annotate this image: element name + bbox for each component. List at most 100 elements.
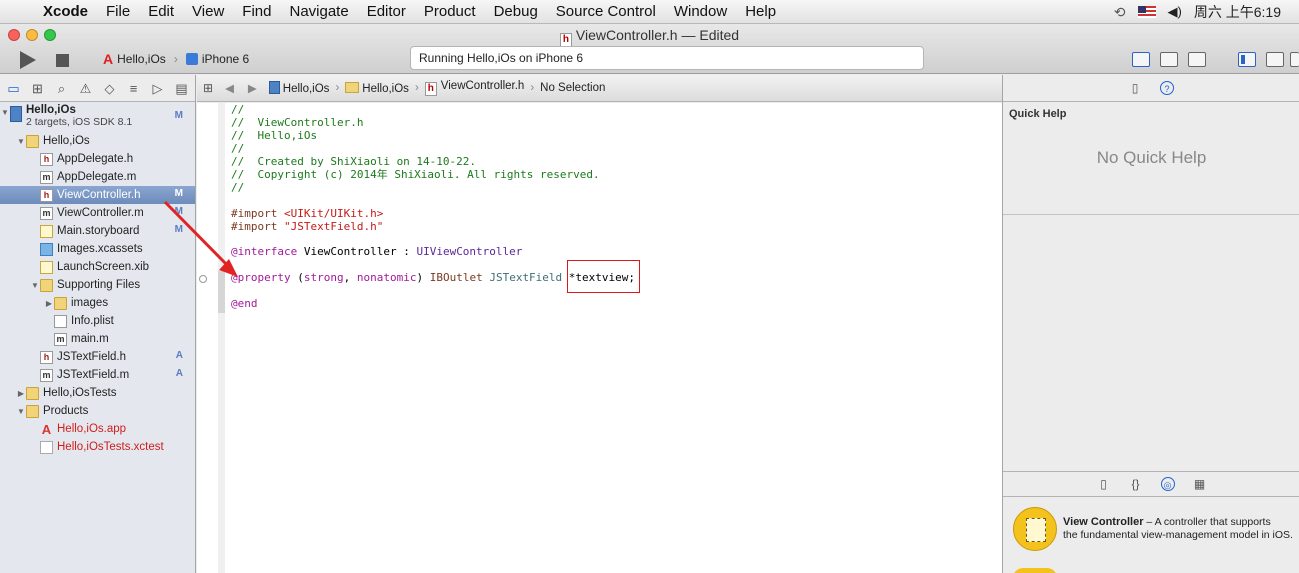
stop-button[interactable]: [56, 54, 69, 67]
search-icon[interactable]: ⌕: [54, 81, 69, 96]
volume-icon[interactable]: ◀): [1168, 4, 1182, 20]
menu-edit[interactable]: Edit: [139, 0, 183, 24]
source-file-icon: [40, 368, 53, 382]
menu-source-control[interactable]: Source Control: [547, 0, 665, 24]
tree-item[interactable]: main.m: [0, 330, 195, 348]
annotation-highlight-box: [567, 260, 640, 293]
file-inspector-icon[interactable]: ▯: [1128, 81, 1142, 95]
tree-item-label: Products: [43, 405, 89, 417]
menu-app[interactable]: Xcode: [34, 0, 97, 24]
quick-help-icon[interactable]: ?: [1160, 81, 1174, 95]
toggle-utilities-button[interactable]: [1290, 52, 1299, 67]
source-file-icon: [54, 332, 67, 346]
jump-bar-group[interactable]: Hello,iOs: [345, 81, 409, 95]
disclosure-triangle-icon[interactable]: ▼: [30, 281, 40, 290]
media-library-icon[interactable]: ▦: [1193, 477, 1207, 491]
tree-item[interactable]: ▼ Products: [0, 402, 195, 420]
gutter-strip: [218, 103, 225, 573]
source-editor[interactable]: //// ViewController.h// Hello,iOs//// Cr…: [197, 103, 1002, 573]
disclosure-triangle-icon[interactable]: ▼: [0, 108, 10, 117]
tree-item[interactable]: ▼ Supporting Files: [0, 276, 195, 294]
folder-icon: [26, 386, 39, 400]
tree-item[interactable]: Hello,iOsTests.xctest: [0, 438, 195, 456]
menu-debug[interactable]: Debug: [485, 0, 547, 24]
disclosure-triangle-icon[interactable]: ▼: [16, 137, 26, 146]
menu-editor[interactable]: Editor: [358, 0, 415, 24]
tree-item[interactable]: JSTextField.h A: [0, 348, 195, 366]
tree-item[interactable]: ▼ Hello,iOs: [0, 132, 195, 150]
run-button[interactable]: [20, 51, 36, 69]
project-info: Hello,iOs 2 targets, iOS SDK 8.1: [26, 104, 132, 128]
time-machine-icon[interactable]: ⟲: [1114, 4, 1126, 21]
standard-editor-button[interactable]: [1132, 52, 1150, 67]
navigator-tabs: ▭ ⊞ ⌕ ⚠ ◇ ≡ ▷ ▤: [0, 75, 195, 102]
version-editor-button[interactable]: [1188, 52, 1206, 67]
forward-arrow-icon[interactable]: ▶: [248, 81, 257, 95]
folder-icon[interactable]: ▭: [6, 81, 21, 96]
back-arrow-icon[interactable]: ◀: [225, 81, 234, 95]
menu-navigate[interactable]: Navigate: [280, 0, 357, 24]
menu-window[interactable]: Window: [665, 0, 736, 24]
symbol-navigator-icon[interactable]: ⊞: [30, 81, 45, 96]
scm-badge: M: [174, 224, 183, 235]
interface-file-icon: [40, 224, 53, 238]
jump-bar-project[interactable]: Hello,iOs: [268, 81, 329, 95]
related-items-icon[interactable]: ⊞: [203, 81, 213, 95]
gutter[interactable]: [197, 103, 225, 573]
jump-bar-selection[interactable]: No Selection: [540, 82, 605, 94]
disclosure-triangle-icon[interactable]: ▶: [44, 299, 54, 308]
comment-line: //: [231, 142, 245, 155]
tree-item[interactable]: JSTextField.m A: [0, 366, 195, 384]
input-source-flag-icon[interactable]: [1137, 6, 1156, 18]
object-library-icon[interactable]: ◎: [1160, 477, 1175, 491]
interface-file-icon: [40, 260, 53, 274]
scheme-selector[interactable]: A Hello,iOs › iPhone 6: [103, 51, 249, 67]
toggle-debug-area-button[interactable]: [1266, 52, 1284, 67]
clock[interactable]: 周六 上午6:19: [1194, 2, 1281, 22]
tree-item[interactable]: A Hello,iOs.app: [0, 420, 195, 438]
status-area: ⟲ ◀) 周六 上午6:19: [1114, 0, 1299, 24]
folder-icon: [26, 404, 39, 418]
disclosure-triangle-icon[interactable]: ▼: [16, 407, 26, 416]
changed-line-marker: [218, 271, 225, 313]
library-item-view-controller[interactable]: View Controller – A controller that supp…: [1003, 503, 1299, 555]
scm-badge: M: [174, 188, 183, 199]
tree-item[interactable]: ▶ images: [0, 294, 195, 312]
file-template-library-icon[interactable]: ▯: [1097, 477, 1111, 491]
file-tree: ▼ Hello,iOs 2 targets, iOS SDK 8.1 M ▼ He…: [0, 102, 195, 456]
menu-product[interactable]: Product: [415, 0, 485, 24]
log-navigator-icon[interactable]: ▤: [174, 81, 189, 96]
tree-item[interactable]: Images.xcassets: [0, 240, 195, 258]
menu-file[interactable]: File: [97, 0, 139, 24]
tree-item[interactable]: Main.storyboard M: [0, 222, 195, 240]
tree-item[interactable]: ViewController.m M: [0, 204, 195, 222]
code-snippet-library-icon[interactable]: {}: [1129, 477, 1143, 491]
header-file-icon: [40, 152, 53, 166]
toggle-navigator-button[interactable]: [1238, 52, 1256, 67]
chevron-right-icon: ›: [335, 82, 340, 94]
scm-badge: A: [175, 368, 183, 379]
debug-navigator-icon[interactable]: ≡: [126, 81, 141, 96]
menu-view[interactable]: View: [183, 0, 233, 24]
assistant-editor-button[interactable]: [1160, 52, 1178, 67]
tree-item[interactable]: ViewController.h M: [0, 186, 195, 204]
tree-item[interactable]: AppDelegate.m: [0, 168, 195, 186]
menu-help[interactable]: Help: [736, 0, 785, 24]
tree-item[interactable]: ▶ Hello,iOsTests: [0, 384, 195, 402]
jump-bar-file[interactable]: h ViewController.h: [424, 80, 524, 96]
scm-badge: M: [174, 110, 183, 121]
project-navigator: ▭ ⊞ ⌕ ⚠ ◇ ≡ ▷ ▤ ▼ Hello,iOs 2 targets, i…: [0, 75, 196, 573]
disclosure-triangle-icon[interactable]: ▶: [16, 389, 26, 398]
tree-item[interactable]: Info.plist: [0, 312, 195, 330]
warning-icon[interactable]: ⚠: [78, 81, 93, 96]
folder-icon: [40, 278, 53, 292]
breakpoint-icon[interactable]: ▷: [150, 81, 165, 96]
tree-item-label: Hello,iOsTests: [43, 387, 117, 399]
project-root[interactable]: ▼ Hello,iOs 2 targets, iOS SDK 8.1 M: [0, 102, 195, 132]
test-navigator-icon[interactable]: ◇: [102, 81, 117, 96]
menu-find[interactable]: Find: [233, 0, 280, 24]
scm-badge: A: [175, 350, 183, 361]
outlet-connection-circle-icon[interactable]: [199, 275, 207, 283]
tree-item[interactable]: LaunchScreen.xib: [0, 258, 195, 276]
tree-item[interactable]: AppDelegate.h: [0, 150, 195, 168]
